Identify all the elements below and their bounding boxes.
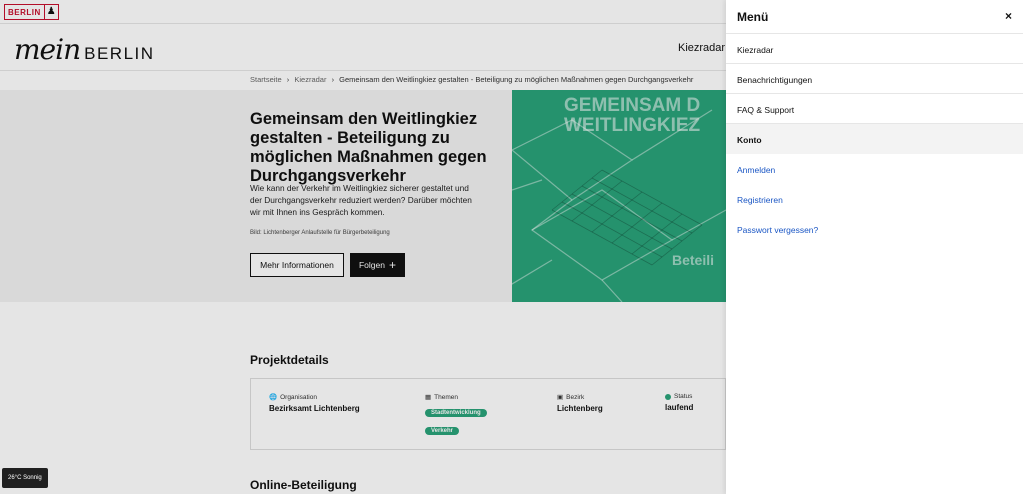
menu-link-registrieren[interactable]: Registrieren bbox=[726, 184, 1023, 214]
close-icon[interactable]: × bbox=[1005, 9, 1012, 23]
menu-link-anmelden[interactable]: Anmelden bbox=[726, 154, 1023, 184]
menu-drawer: Menü × Kiezradar Benachrichtigungen FAQ … bbox=[726, 0, 1023, 494]
menu-item-faq-support[interactable]: FAQ & Support bbox=[726, 94, 1023, 124]
overlay-backdrop[interactable] bbox=[0, 0, 726, 494]
menu-link-passwort-vergessen[interactable]: Passwort vergessen? bbox=[726, 214, 1023, 244]
menu-item-benachrichtigungen[interactable]: Benachrichtigungen bbox=[726, 64, 1023, 94]
menu-header: Menü × bbox=[726, 0, 1023, 34]
menu-item-kiezradar[interactable]: Kiezradar bbox=[726, 34, 1023, 64]
weather-widget[interactable]: 26°C Sonnig bbox=[2, 468, 48, 488]
menu-title: Menü bbox=[737, 10, 769, 24]
menu-heading-konto: Konto bbox=[726, 124, 1023, 154]
